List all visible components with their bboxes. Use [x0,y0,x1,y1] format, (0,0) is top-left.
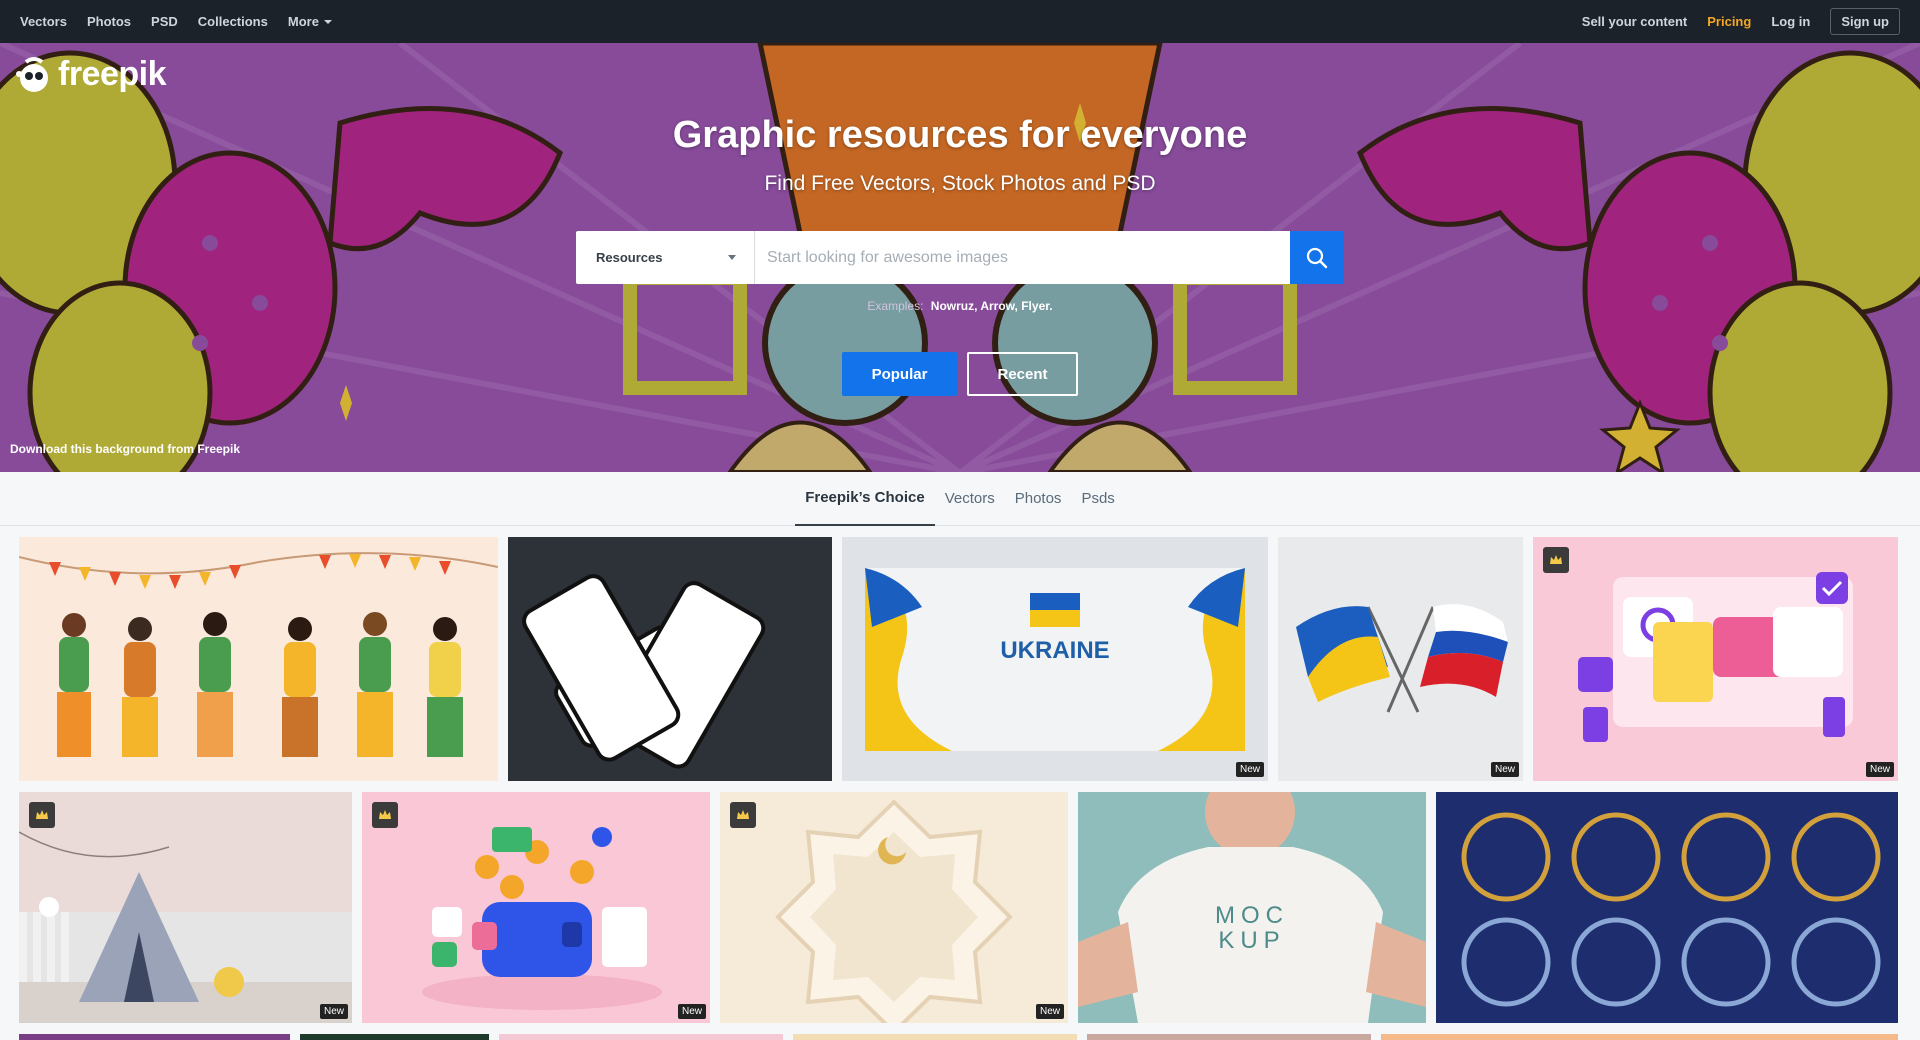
3d-wallet-image [362,792,710,1023]
resource-card[interactable]: New [1278,537,1523,781]
new-badge: New [1490,762,1519,777]
pricing-link[interactable]: Pricing [1707,14,1751,29]
islamic-pattern-image [720,792,1068,1023]
mockup-text-line1: MOC [1215,902,1289,929]
premium-crown-icon [1543,547,1569,573]
ukraine-title: UKRAINE [1000,637,1110,664]
search-icon [1306,247,1328,268]
hero-title: Graphic resources for everyone [672,114,1248,156]
sell-content-link[interactable]: Sell your content [1582,14,1687,29]
hero-subtitle: Find Free Vectors, Stock Photos and PSD [764,172,1156,195]
resource-card[interactable]: New [362,792,710,1023]
new-badge: New [677,1004,706,1019]
tab-vectors[interactable]: Vectors [935,472,1005,526]
mockup-text: MOC KUP [1078,903,1426,953]
resource-select-label: Resources [596,250,663,265]
nav-collections[interactable]: Collections [198,14,268,29]
logo-text: freepik [58,55,167,93]
resource-card[interactable]: MOC KUP [1078,792,1426,1023]
nav-photos[interactable]: Photos [87,14,131,29]
resource-card[interactable] [19,1034,290,1040]
login-link[interactable]: Log in [1771,14,1810,29]
popular-button[interactable]: Popular [842,352,957,396]
tab-freepiks-choice[interactable]: Freepik’s Choice [795,472,935,526]
nav-psd[interactable]: PSD [151,14,178,29]
new-badge: New [1035,1004,1064,1019]
phone-mockup-image [508,537,832,781]
resource-card[interactable] [300,1034,489,1040]
chevron-down-icon [323,19,332,24]
new-badge: New [1865,762,1894,777]
freepik-logo-icon [16,56,48,92]
nav-more[interactable]: More [288,14,332,29]
resource-type-select[interactable]: Resources [576,231,755,284]
resource-card[interactable] [499,1034,783,1040]
search-input[interactable] [755,231,1290,284]
resource-card[interactable] [1436,792,1898,1023]
resource-card[interactable] [1087,1034,1371,1040]
premium-crown-icon [730,802,756,828]
examples-links[interactable]: Nowruz, Arrow, Flyer. [931,299,1053,313]
nav-more-label: More [287,14,319,29]
nav-vectors[interactable]: Vectors [20,14,67,29]
resource-card[interactable]: New [1533,537,1898,781]
crossed-flags-image [1278,537,1523,781]
resource-card[interactable] [508,537,832,781]
hero-banner: freepik Graphic resources for everyone F… [0,43,1920,472]
premium-crown-icon [29,802,55,828]
resource-card[interactable] [1381,1034,1898,1040]
3d-dashboard-image [1533,537,1898,781]
premium-crown-icon [372,802,398,828]
new-badge: New [319,1004,348,1019]
new-badge: New [1235,762,1264,777]
resource-card[interactable] [19,537,498,781]
freepik-logo[interactable]: freepik [14,55,167,94]
resource-card[interactable]: UKRAINE New [842,537,1268,781]
resource-card[interactable] [793,1034,1077,1040]
tab-psds[interactable]: Psds [1071,472,1124,526]
search-button[interactable] [1290,231,1344,284]
examples-label: Examples: [867,299,924,313]
resource-card[interactable]: New [720,792,1068,1023]
kids-room-tent-image [19,792,352,1023]
dancing-people-image [19,552,498,757]
search-bar: Resources [576,231,1344,284]
top-nav: Vectors Photos PSD Collections More Sell… [0,0,1920,43]
search-examples: Examples: Nowruz, Arrow, Flyer. [0,299,1920,313]
mockup-text-line2: KUP [1218,927,1286,954]
resource-card[interactable]: New [19,792,352,1023]
chevron-down-icon [728,255,736,260]
background-credit-link[interactable]: Download this background from Freepik [10,442,240,456]
game-frames-image [1436,792,1898,1023]
recent-button[interactable]: Recent [967,352,1078,396]
tab-photos[interactable]: Photos [1005,472,1072,526]
signup-button[interactable]: Sign up [1830,8,1900,35]
category-tabs: Freepik’s Choice Vectors Photos Psds [0,472,1920,526]
